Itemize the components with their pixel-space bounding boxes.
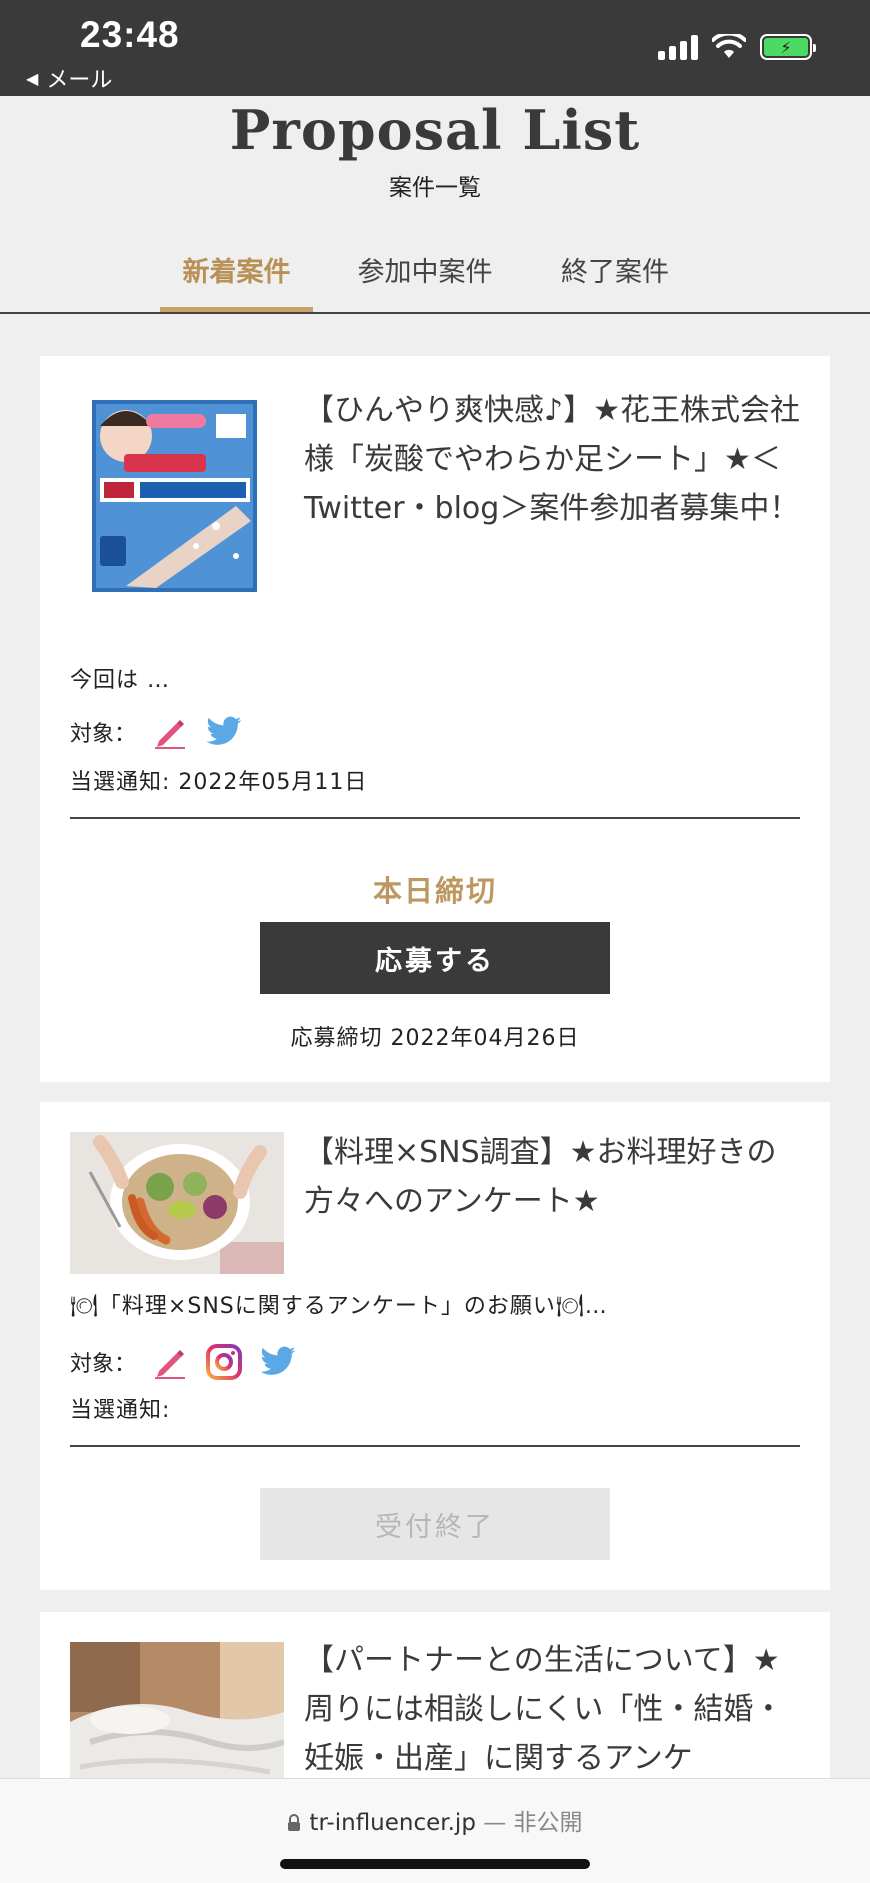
url-domain: tr-influencer.jp [309, 1810, 476, 1836]
proposal-card[interactable]: 【ひんやり爽快感♪】★花王株式会社様「炭酸でやわらか足シート」★＜Twitter… [40, 356, 830, 1082]
apply-button[interactable]: 応募する [260, 922, 610, 994]
url-private-status: — 非公開 [483, 1810, 583, 1836]
target-row: 対象： [70, 712, 244, 752]
tab-participating-proposals[interactable]: 参加中案件 [340, 250, 510, 312]
proposal-card[interactable]: 【料理×SNS調査】★お料理好きの方々へのアンケート★ 🍽「料理×SNSに関する… [40, 1102, 830, 1590]
page-subtitle: 案件一覧 [389, 175, 481, 201]
home-indicator[interactable] [280, 1859, 590, 1869]
page-title: Proposal List [229, 98, 641, 162]
bedroom-image[interactable] [70, 1642, 284, 1792]
back-to-mail-link[interactable]: ◀ メール [26, 62, 112, 94]
card-title[interactable]: 【パートナーとの生活について】★周りには相談しにくい「性・結婚・妊娠・出産」に関… [304, 1636, 804, 1783]
status-time: 23:48 [80, 14, 180, 55]
divider [70, 817, 800, 819]
browser-url-bar[interactable]: tr-influencer.jp — 非公開 [0, 1778, 870, 1883]
closed-button[interactable]: 受付終了 [260, 1488, 610, 1560]
card-excerpt: 今回は … [70, 668, 170, 693]
notification-date: 当選通知: [70, 1398, 171, 1423]
signal-icon [658, 34, 698, 60]
twitter-icon [258, 1342, 298, 1382]
back-triangle-icon: ◀ [26, 68, 39, 88]
application-deadline: 応募締切 2022年04月26日 [290, 1026, 580, 1051]
food-image[interactable] [70, 1132, 284, 1274]
battery-icon: ⚡ [760, 34, 816, 60]
wifi-icon [712, 34, 746, 58]
instagram-icon [204, 1342, 244, 1382]
deadline-today-badge: 本日締切 [372, 874, 497, 908]
target-row: 対象： [70, 1342, 298, 1382]
target-label: 対象： [70, 1352, 137, 1377]
back-label: メール [46, 68, 113, 93]
url-text[interactable]: tr-influencer.jp — 非公開 [0, 1803, 870, 1837]
notification-date: 当選通知: 2022年05月11日 [70, 770, 368, 795]
twitter-icon [204, 712, 244, 752]
card-excerpt: 🍽「料理×SNSに関するアンケート」のお願い🍽… [70, 1294, 608, 1319]
target-label: 対象： [70, 722, 137, 747]
tab-finished-proposals[interactable]: 終了案件 [540, 250, 690, 312]
pencil-icon [150, 712, 190, 752]
status-icons: ⚡ [658, 34, 816, 60]
status-bar: 23:48 ◀ メール ⚡ [0, 0, 870, 96]
lock-icon [288, 1814, 301, 1831]
tab-new-proposals[interactable]: 新着案件 [160, 250, 313, 312]
proposal-tabs: 新着案件 参加中案件 終了案件 [0, 230, 870, 314]
card-title[interactable]: 【ひんやり爽快感♪】★花王株式会社様「炭酸でやわらか足シート」★＜Twitter… [304, 386, 804, 533]
divider [70, 1445, 800, 1447]
pencil-icon [150, 1342, 190, 1382]
product-image[interactable] [86, 396, 261, 596]
card-title[interactable]: 【料理×SNS調査】★お料理好きの方々へのアンケート★ [304, 1128, 804, 1226]
